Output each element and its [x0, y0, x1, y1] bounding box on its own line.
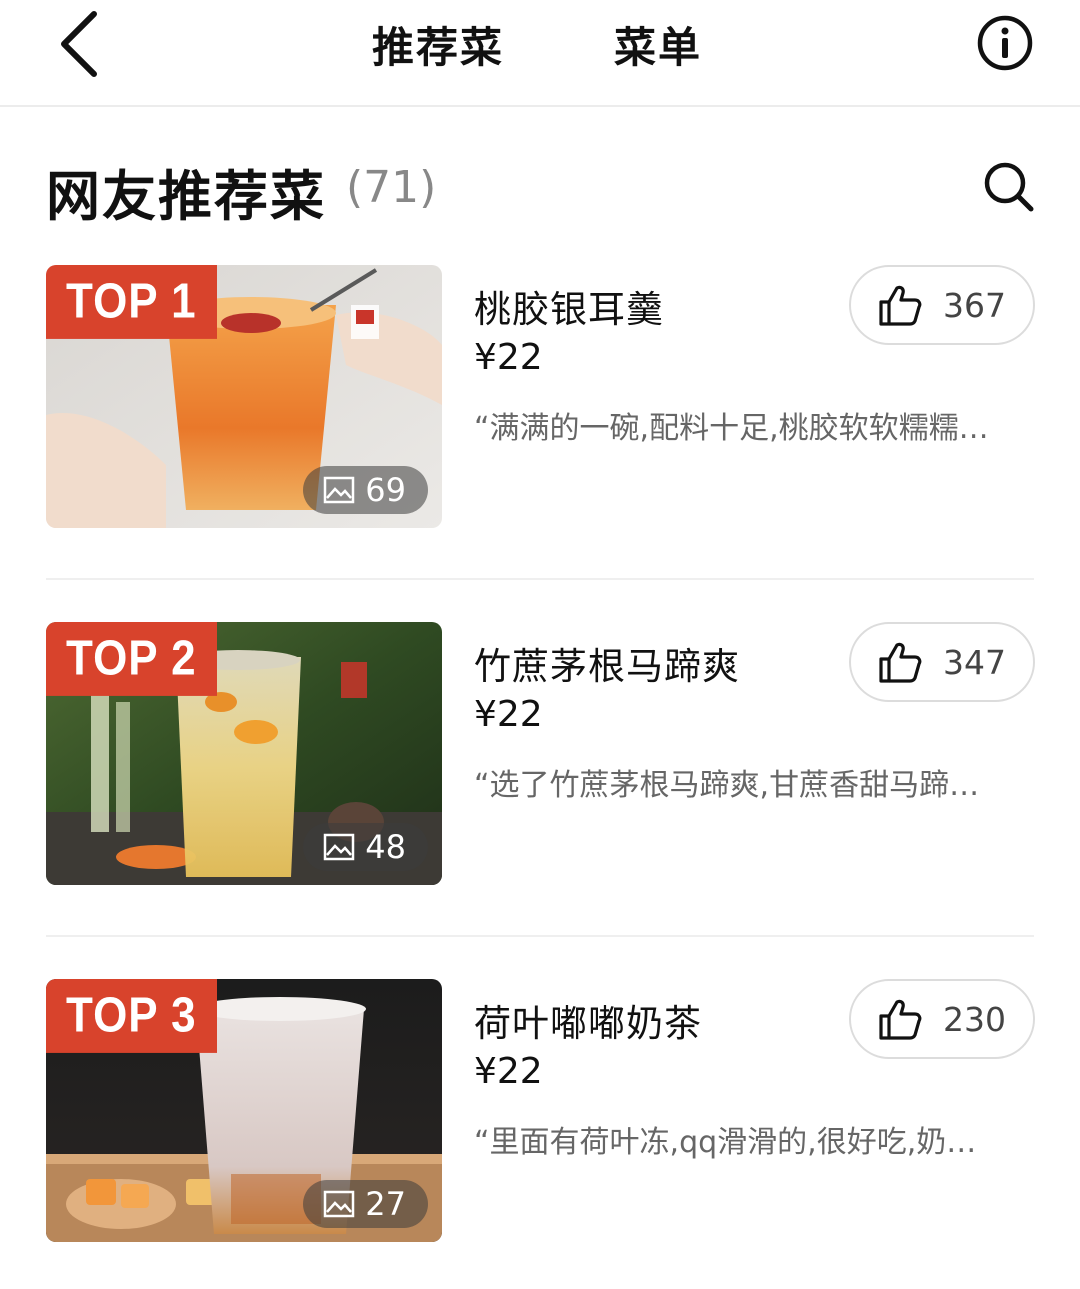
chevron-left-icon: [61, 11, 97, 77]
divider: [46, 935, 1034, 937]
rank-badge: TOP 1: [46, 265, 217, 339]
back-button[interactable]: [52, 6, 112, 78]
top-nav-bar: 推荐菜 菜单: [0, 0, 1080, 107]
like-button[interactable]: 230: [849, 979, 1035, 1059]
dish-price: ¥22: [474, 1051, 543, 1092]
like-button[interactable]: 347: [849, 622, 1035, 702]
dish-name[interactable]: 竹蔗茅根马蹄爽: [474, 636, 740, 690]
tab-recommended[interactable]: 推荐菜: [372, 14, 505, 75]
dish-photo[interactable]: TOP 2 48: [46, 622, 442, 885]
tab-recommended-label: 推荐菜: [372, 23, 505, 72]
dish-name[interactable]: 荷叶嘟嘟奶茶: [474, 993, 702, 1047]
image-icon: [324, 1190, 355, 1218]
dish-photo[interactable]: TOP 1 69: [46, 265, 442, 528]
dish-card[interactable]: TOP 2 48 竹蔗茅根马蹄爽 ¥22 “选了竹蔗茅根马蹄爽,甘蔗香甜马蹄… …: [0, 622, 1080, 932]
image-icon: [324, 833, 355, 861]
rank-badge: TOP 3: [46, 979, 217, 1053]
photo-count-text: 27: [365, 1185, 406, 1223]
photo-count-text: 48: [365, 828, 406, 866]
dish-card[interactable]: TOP 3 27 荷叶嘟嘟奶茶 ¥22 “里面有荷叶冻,qq滑滑的,很好吃,奶……: [0, 979, 1080, 1289]
tab-menu-label: 菜单: [614, 23, 703, 72]
divider: [46, 578, 1034, 580]
photo-count-text: 69: [365, 471, 406, 509]
review-quote: “选了竹蔗茅根马蹄爽,甘蔗香甜马蹄…: [474, 768, 980, 803]
review-quote: “满满的一碗,配料十足,桃胶软软糯糯…: [474, 411, 989, 446]
photo-count-badge[interactable]: 48: [303, 823, 428, 871]
tab-menu[interactable]: 菜单: [614, 14, 702, 75]
thumbs-up-icon: [879, 642, 922, 683]
dish-card[interactable]: TOP 1 69 桃胶银耳羹 ¥22 “满满的一碗,配料十足,桃胶软软糯糯… 3…: [0, 265, 1080, 575]
photo-count-badge[interactable]: 69: [303, 466, 428, 514]
review-quote: “里面有荷叶冻,qq滑滑的,很好吃,奶…: [474, 1125, 977, 1160]
image-icon: [324, 476, 355, 504]
info-button[interactable]: [976, 14, 1034, 72]
dish-photo[interactable]: TOP 3 27: [46, 979, 442, 1242]
search-button[interactable]: [982, 160, 1036, 214]
info-icon: [977, 15, 1033, 71]
like-count: 367: [943, 285, 1006, 325]
dish-price: ¥22: [474, 337, 543, 378]
section-title: 网友推荐菜: [46, 165, 326, 228]
rank-badge: TOP 2: [46, 622, 217, 696]
section-count: (71): [346, 162, 437, 213]
like-count: 230: [943, 999, 1006, 1039]
search-icon: [984, 162, 1034, 212]
photo-count-badge[interactable]: 27: [303, 1180, 428, 1228]
like-button[interactable]: 367: [849, 265, 1035, 345]
dish-price: ¥22: [474, 694, 543, 735]
like-count: 347: [943, 642, 1006, 682]
thumbs-up-icon: [879, 999, 922, 1040]
thumbs-up-icon: [879, 285, 922, 326]
dish-name[interactable]: 桃胶银耳羹: [474, 279, 664, 333]
